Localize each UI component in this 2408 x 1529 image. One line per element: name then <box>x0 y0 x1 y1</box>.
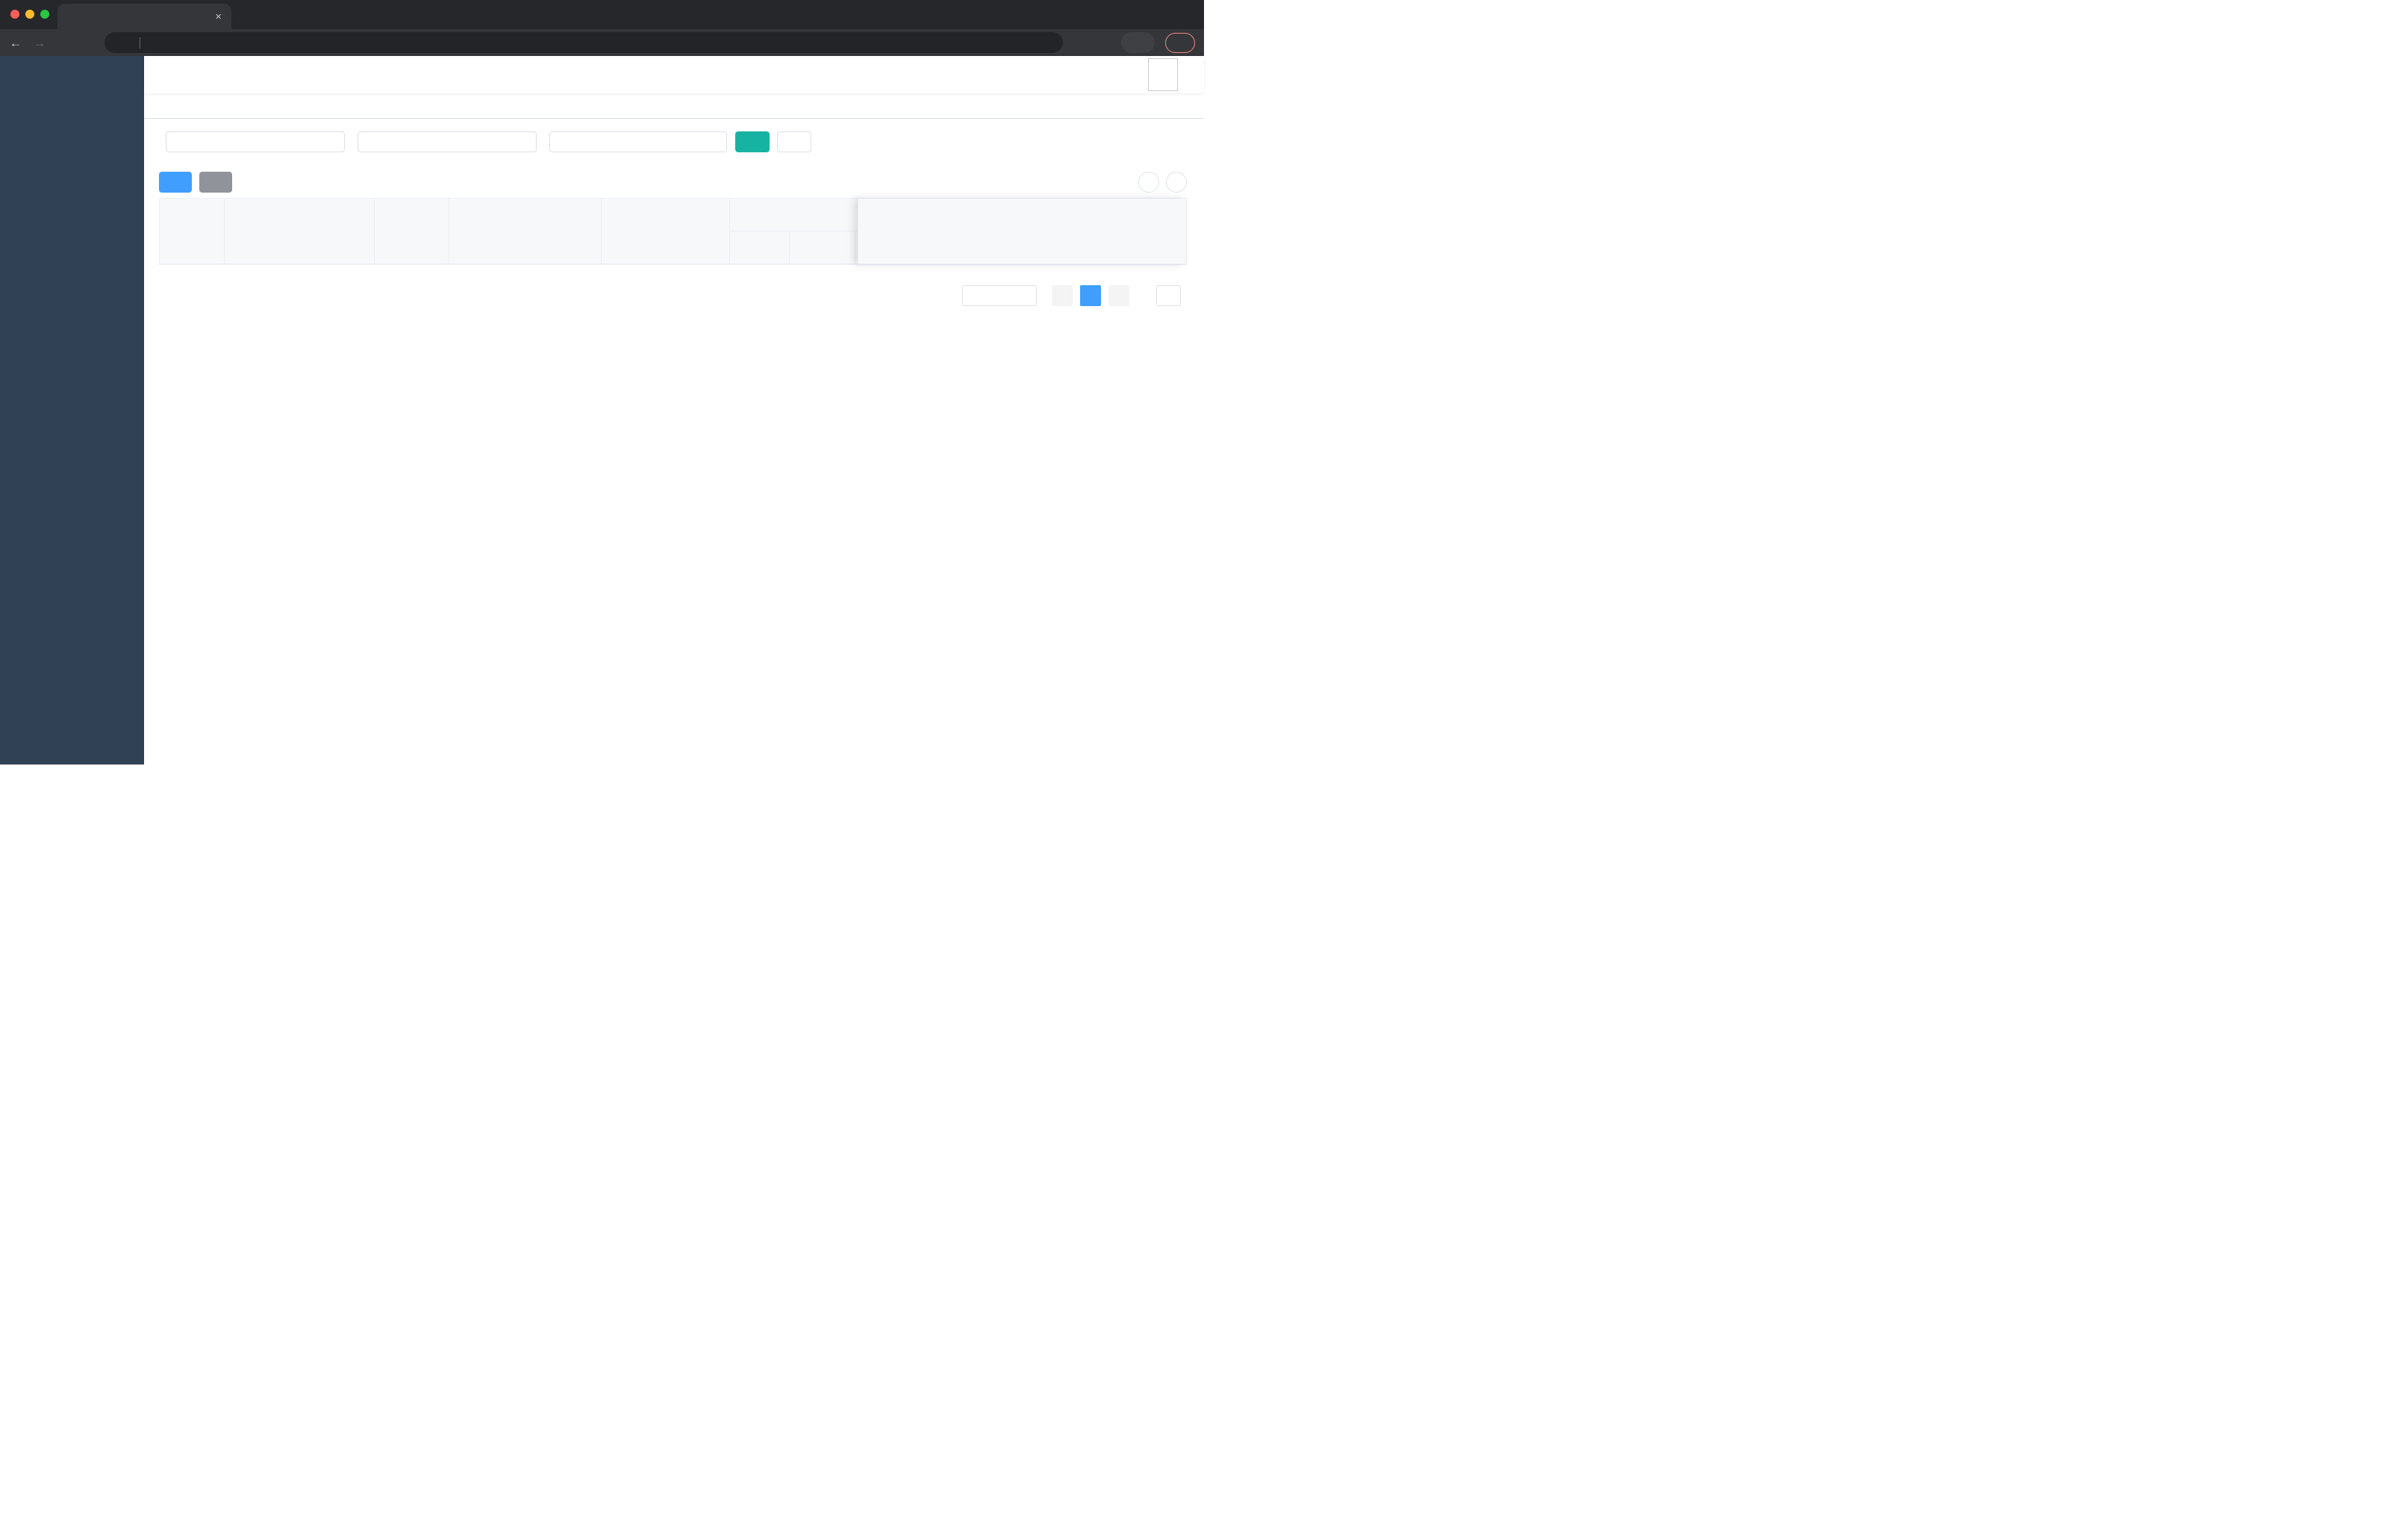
upload-icon <box>209 178 219 187</box>
back-icon[interactable]: ← <box>9 36 22 49</box>
search-button[interactable] <box>735 131 770 152</box>
reset-button[interactable] <box>777 131 811 152</box>
incognito-badge <box>1121 32 1155 53</box>
fullscreen-icon[interactable] <box>1101 68 1114 81</box>
broken-image-icon <box>1150 60 1162 71</box>
app-logo[interactable] <box>0 56 144 93</box>
column-header-id <box>160 199 225 264</box>
column-header-name <box>224 199 375 264</box>
chevron-left-icon <box>1058 291 1067 300</box>
process-name-input[interactable] <box>358 131 537 152</box>
browser-tabstrip: × <box>0 0 1204 29</box>
column-header-active <box>789 231 855 264</box>
process-category-select[interactable] <box>549 131 727 152</box>
github-icon[interactable] <box>1055 68 1068 81</box>
column-header-category <box>374 199 450 264</box>
sidebar-collapse-icon[interactable] <box>155 67 170 82</box>
navbar <box>144 56 1204 93</box>
navbar-actions <box>1022 58 1192 91</box>
window-close-button[interactable] <box>10 10 19 19</box>
user-avatar[interactable] <box>1148 58 1178 91</box>
reset-refresh-icon <box>787 137 797 147</box>
create-process-button[interactable] <box>159 172 192 193</box>
home-icon[interactable] <box>81 36 94 49</box>
security-warning-icon[interactable] <box>115 37 127 49</box>
plus-icon <box>169 178 178 187</box>
search-button-icon <box>746 137 755 147</box>
column-header-form <box>449 199 602 264</box>
column-header-created <box>602 199 730 264</box>
password-key-icon[interactable] <box>1073 36 1087 49</box>
column-header-version <box>729 231 790 264</box>
app-logo-avatar <box>25 63 47 86</box>
table-fixed-column <box>858 199 1186 264</box>
search-icon[interactable] <box>1032 68 1045 81</box>
refresh-table-button[interactable] <box>1166 172 1187 193</box>
page-content <box>144 119 1204 764</box>
browser-menu-icon[interactable] <box>1179 37 1190 48</box>
browser-toolbar: ← → <box>0 29 1204 56</box>
tab-close-icon[interactable]: × <box>213 10 224 23</box>
chevron-down-icon <box>999 291 1008 300</box>
chevron-down-icon <box>710 137 720 147</box>
tags-bar <box>144 93 1204 119</box>
process-id-input[interactable] <box>166 131 345 152</box>
browser-tab[interactable]: × <box>57 4 231 29</box>
import-process-button[interactable] <box>199 172 232 193</box>
search-icon <box>1144 178 1154 187</box>
toggle-search-button[interactable] <box>1138 172 1159 193</box>
column-header-actions <box>858 199 1186 264</box>
avatar-caret-down-icon[interactable] <box>1183 70 1192 79</box>
font-size-icon[interactable] <box>1124 68 1138 81</box>
help-icon[interactable] <box>1078 68 1091 81</box>
browser-update-button[interactable] <box>1165 32 1195 53</box>
tab-favicon-icon <box>65 10 77 22</box>
sidebar <box>0 56 144 764</box>
reload-icon[interactable] <box>57 36 70 49</box>
url-bar[interactable] <box>105 32 1063 53</box>
table-tools <box>1138 172 1187 193</box>
incognito-icon <box>1123 34 1141 52</box>
pagination <box>159 285 1187 306</box>
refresh-icon <box>1172 178 1182 187</box>
window-minimize-button[interactable] <box>25 10 34 19</box>
main-area <box>144 56 1204 764</box>
prev-page-button[interactable] <box>1052 285 1073 306</box>
process-model-table <box>159 198 1187 265</box>
window-zoom-button[interactable] <box>40 10 49 19</box>
window-controls <box>10 10 49 19</box>
forward-icon[interactable]: → <box>33 36 46 49</box>
table-toolbar <box>159 172 1187 193</box>
page-size-select[interactable] <box>962 285 1037 306</box>
chevron-right-icon <box>1114 291 1123 300</box>
current-page-button[interactable] <box>1080 285 1101 306</box>
browser-chrome: × ← → <box>0 0 1204 56</box>
next-page-button[interactable] <box>1108 285 1129 306</box>
goto-page-input[interactable] <box>1156 285 1181 306</box>
filter-form <box>159 131 1187 152</box>
bookmark-star-icon[interactable] <box>1097 36 1111 49</box>
